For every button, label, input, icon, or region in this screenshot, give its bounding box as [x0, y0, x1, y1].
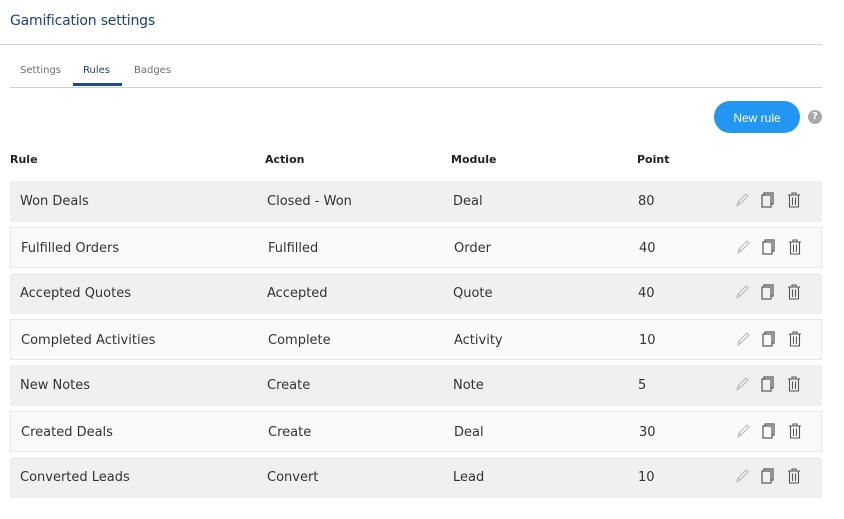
copy-icon[interactable] [759, 375, 775, 393]
column-header-point: Point [637, 153, 670, 166]
rule-name: Converted Leads [20, 470, 130, 485]
rule-name: Fulfilled Orders [21, 241, 120, 256]
column-header-action: Action [265, 153, 305, 166]
divider [0, 44, 822, 45]
copy-icon[interactable] [759, 191, 775, 209]
rule-action: Create [267, 378, 311, 393]
edit-icon[interactable] [734, 191, 750, 209]
rule-action: Fulfilled [268, 241, 319, 256]
rule-name: Accepted Quotes [20, 286, 131, 301]
rule-module: Order [454, 241, 491, 256]
edit-icon[interactable] [735, 422, 751, 440]
tab-rules[interactable]: Rules [83, 65, 110, 76]
delete-icon[interactable] [786, 191, 802, 209]
edit-icon[interactable] [735, 330, 751, 348]
rule-module: Lead [453, 470, 485, 485]
copy-icon[interactable] [759, 283, 775, 301]
rule-action: Complete [268, 333, 331, 348]
rule-point: 80 [638, 194, 655, 209]
rule-name: New Notes [20, 378, 91, 393]
delete-icon[interactable] [787, 422, 803, 440]
table-row: Accepted Quotes Accepted Quote 40 [10, 273, 822, 314]
rule-point: 40 [638, 286, 655, 301]
rule-module: Note [453, 378, 484, 393]
active-tab-indicator [73, 83, 122, 86]
delete-icon[interactable] [787, 330, 803, 348]
copy-icon[interactable] [760, 238, 776, 256]
table-row: Fulfilled Orders Fulfilled Order 40 [10, 227, 822, 268]
delete-icon[interactable] [786, 467, 802, 485]
delete-icon[interactable] [787, 238, 803, 256]
rule-point: 30 [639, 425, 656, 440]
rule-module: Deal [454, 425, 484, 440]
copy-icon[interactable] [760, 330, 776, 348]
tab-badges[interactable]: Badges [134, 65, 171, 76]
table-row: New Notes Create Note 5 [10, 365, 822, 406]
delete-icon[interactable] [786, 283, 802, 301]
help-icon[interactable]: ? [808, 110, 822, 124]
rule-action: Convert [267, 470, 319, 485]
edit-icon[interactable] [734, 467, 750, 485]
rule-name: Created Deals [21, 425, 113, 440]
rule-action: Create [268, 425, 312, 440]
delete-icon[interactable] [786, 375, 802, 393]
table-row: Converted Leads Convert Lead 10 [10, 457, 822, 498]
page-title: Gamification settings [10, 13, 155, 29]
table-row: Created Deals Create Deal 30 [10, 411, 822, 452]
rule-name: Won Deals [20, 194, 89, 209]
copy-icon[interactable] [759, 467, 775, 485]
rule-action: Closed - Won [267, 194, 352, 209]
column-header-rule: Rule [10, 153, 38, 166]
rule-point: 5 [638, 378, 647, 393]
tab-settings[interactable]: Settings [20, 65, 61, 76]
rule-module: Deal [453, 194, 483, 209]
copy-icon[interactable] [760, 422, 776, 440]
column-header-module: Module [451, 153, 497, 166]
tab-bar: Settings Rules Badges [10, 58, 822, 88]
new-rule-button[interactable]: New rule [714, 101, 800, 133]
table-row: Won Deals Closed - Won Deal 80 [10, 181, 822, 222]
rule-module: Activity [454, 333, 503, 348]
rule-point: 40 [639, 241, 656, 256]
edit-icon[interactable] [734, 283, 750, 301]
edit-icon[interactable] [735, 238, 751, 256]
rule-action: Accepted [267, 286, 328, 301]
rule-name: Completed Activities [21, 333, 156, 348]
table-row: Completed Activities Complete Activity 1… [10, 319, 822, 360]
rule-point: 10 [639, 333, 656, 348]
rule-point: 10 [638, 470, 655, 485]
edit-icon[interactable] [734, 375, 750, 393]
rule-module: Quote [453, 286, 493, 301]
